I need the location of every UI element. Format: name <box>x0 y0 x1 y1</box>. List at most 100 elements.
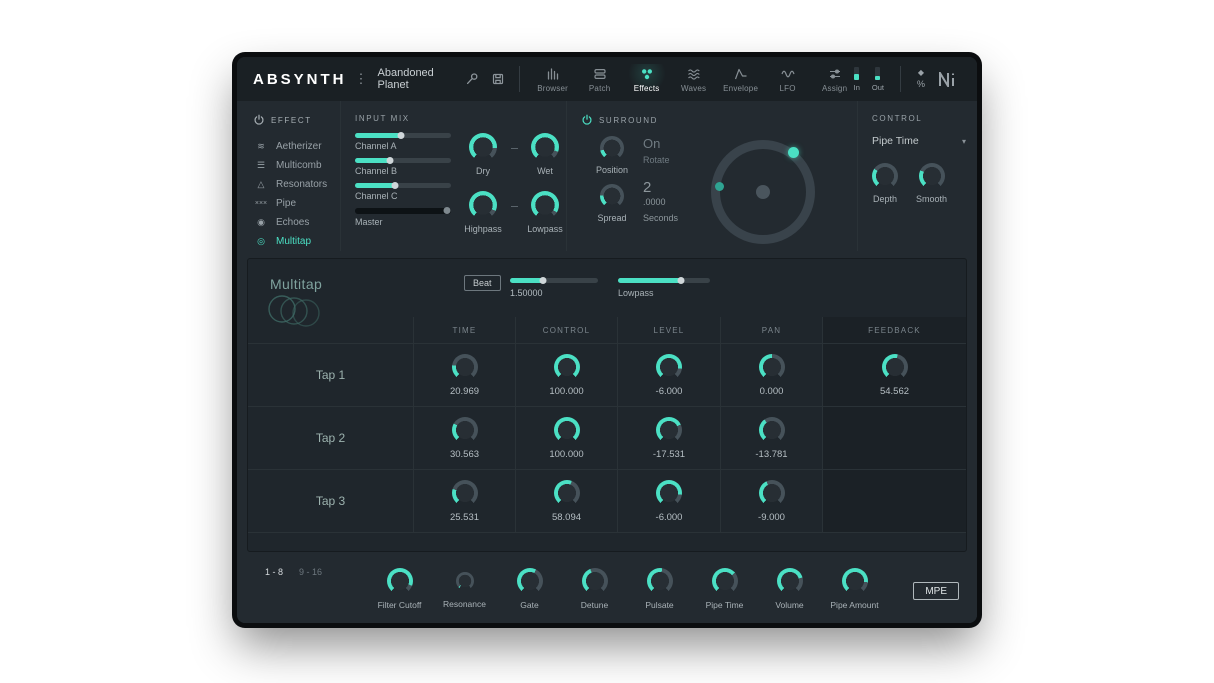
bank-tab-9-16[interactable]: 9 - 16 <box>299 567 322 623</box>
tab-assign[interactable]: Assign <box>816 64 854 95</box>
tap1-pan-knob[interactable] <box>759 354 785 380</box>
column-header-level: LEVEL <box>617 317 720 343</box>
highpass-knob[interactable] <box>469 191 497 219</box>
tap2-control-value: 100.000 <box>549 449 583 460</box>
tap1-control-knob[interactable] <box>554 354 580 380</box>
tab-lfo[interactable]: LFO <box>769 64 807 95</box>
tap2-control-knob[interactable] <box>554 417 580 443</box>
surround-dot-secondary[interactable] <box>715 182 724 191</box>
channel-c-slider[interactable] <box>355 183 451 188</box>
tap3-time-knob[interactable] <box>452 480 478 506</box>
macro-resonance-knob[interactable] <box>456 572 474 590</box>
ni-logo-icon <box>937 72 961 87</box>
tap3-pan-knob[interactable] <box>759 480 785 506</box>
macro-pipe-amount-knob[interactable] <box>842 568 868 594</box>
macro-pulsate-knob[interactable] <box>647 568 673 594</box>
tab-lfo-label: LFO <box>780 84 796 93</box>
assign-icon <box>828 67 842 81</box>
beat-toggle-button[interactable]: Beat <box>464 275 501 291</box>
effect-sidebar: EFFECT ≋ Aetherizer ☰ Multicomb △ Resona… <box>237 101 340 251</box>
tap1-level-knob[interactable] <box>656 354 682 380</box>
surround-position-ring[interactable] <box>711 140 815 244</box>
tap2-level-knob[interactable] <box>656 417 682 443</box>
spread-knob[interactable] <box>600 184 624 208</box>
surround-dot-primary[interactable] <box>788 147 799 158</box>
lowpass-knob[interactable] <box>531 191 559 219</box>
tap3-pan-value: -9.000 <box>758 512 785 523</box>
wet-knob[interactable] <box>531 133 559 161</box>
column-header-pan: PAN <box>720 317 822 343</box>
surround-power-icon[interactable] <box>581 114 593 126</box>
tab-envelope[interactable]: Envelope <box>722 64 760 95</box>
multitap-time-slider[interactable] <box>510 278 598 283</box>
rotate-seconds-int[interactable]: 2 <box>643 179 705 196</box>
macro-volume-knob[interactable] <box>777 568 803 594</box>
tap2-time-value: 30.563 <box>450 449 479 460</box>
sidebar-item-echoes[interactable]: ◉ Echoes <box>253 213 340 232</box>
tab-envelope-label: Envelope <box>723 84 758 93</box>
tab-effects[interactable]: Effects <box>628 64 666 95</box>
multitap-lowpass-slider[interactable] <box>618 278 710 283</box>
multicomb-icon: ☰ <box>253 160 269 171</box>
cpu-percent: ◆ % <box>917 69 925 89</box>
tap2-pan-knob[interactable] <box>759 417 785 443</box>
tap1-time-cell: 20.969 <box>413 343 515 406</box>
sidebar-item-label: Pipe <box>276 198 296 209</box>
tap1-feedback-knob[interactable] <box>882 354 908 380</box>
tap2-row-label[interactable]: Tap 2 <box>248 406 413 469</box>
master-slider[interactable] <box>355 208 451 214</box>
power-icon[interactable] <box>253 114 265 126</box>
depth-knob[interactable] <box>872 163 898 189</box>
bank-tab-1-8[interactable]: 1 - 8 <box>265 567 283 623</box>
tab-waves-label: Waves <box>681 84 706 93</box>
input-mix-title: INPUT MIX <box>355 114 410 123</box>
wrench-icon[interactable] <box>465 72 479 86</box>
tap-table: TIME CONTROL LEVEL PAN FEEDBACK Tap 1 20… <box>248 317 966 533</box>
tap1-row-label[interactable]: Tap 1 <box>248 343 413 406</box>
tab-patch[interactable]: Patch <box>581 64 619 95</box>
channel-b-slider[interactable] <box>355 158 451 163</box>
rotate-toggle[interactable]: On <box>643 136 705 151</box>
mpe-button[interactable]: MPE <box>913 582 959 600</box>
rotate-seconds-frac[interactable]: .0000 <box>643 197 705 207</box>
macro-gate-knob[interactable] <box>517 568 543 594</box>
tap3-level-knob[interactable] <box>656 480 682 506</box>
save-icon[interactable] <box>491 72 505 86</box>
header-divider <box>519 66 520 92</box>
patch-name[interactable]: Abandoned Planet <box>378 67 439 91</box>
channel-a-slider[interactable] <box>355 133 451 138</box>
sidebar-item-multicomb[interactable]: ☰ Multicomb <box>253 156 340 175</box>
tap2-level-value: -17.531 <box>653 449 685 460</box>
macro-pipe-time-label: Pipe Time <box>706 600 744 610</box>
sidebar-item-resonators[interactable]: △ Resonators <box>253 175 340 194</box>
control-source-dropdown[interactable]: Pipe Time ▾ <box>872 135 966 147</box>
menu-dots-icon[interactable]: ⋮ <box>355 71 368 87</box>
resonators-icon: △ <box>253 179 269 190</box>
tap3-feedback-cell <box>822 469 966 532</box>
smooth-knob[interactable] <box>919 163 945 189</box>
dry-knob[interactable] <box>469 133 497 161</box>
macro-detune-knob[interactable] <box>582 568 608 594</box>
macro-pipe-amount-label: Pipe Amount <box>830 600 878 610</box>
multitap-time-value[interactable]: 1.50000 <box>510 288 598 298</box>
tap2-feedback-cell <box>822 406 966 469</box>
tab-browser[interactable]: Browser <box>534 64 572 95</box>
tap3-control-knob[interactable] <box>554 480 580 506</box>
sidebar-item-pipe[interactable]: ××× Pipe <box>253 194 340 213</box>
sidebar-item-multitap[interactable]: ◎ Multitap <box>253 232 340 251</box>
tap3-row-label[interactable]: Tap 3 <box>248 469 413 532</box>
surround-panel: SURROUND Position Spread On Rotate <box>566 101 857 251</box>
main-nav: Browser Patch Effects Waves <box>534 64 854 95</box>
position-knob[interactable] <box>600 136 624 160</box>
sidebar-item-aetherizer[interactable]: ≋ Aetherizer <box>253 137 340 156</box>
tap2-time-knob[interactable] <box>452 417 478 443</box>
macro-detune-label: Detune <box>581 600 608 610</box>
macro-filter-cutoff-knob[interactable] <box>387 568 413 594</box>
tab-assign-label: Assign <box>822 84 847 93</box>
app-logo: ABSYNTH <box>253 71 347 88</box>
tap1-time-knob[interactable] <box>452 354 478 380</box>
rotate-label: Rotate <box>643 155 705 165</box>
macro-pipe-time-knob[interactable] <box>712 568 738 594</box>
tab-waves[interactable]: Waves <box>675 64 713 95</box>
output-meter-bar <box>875 67 880 80</box>
